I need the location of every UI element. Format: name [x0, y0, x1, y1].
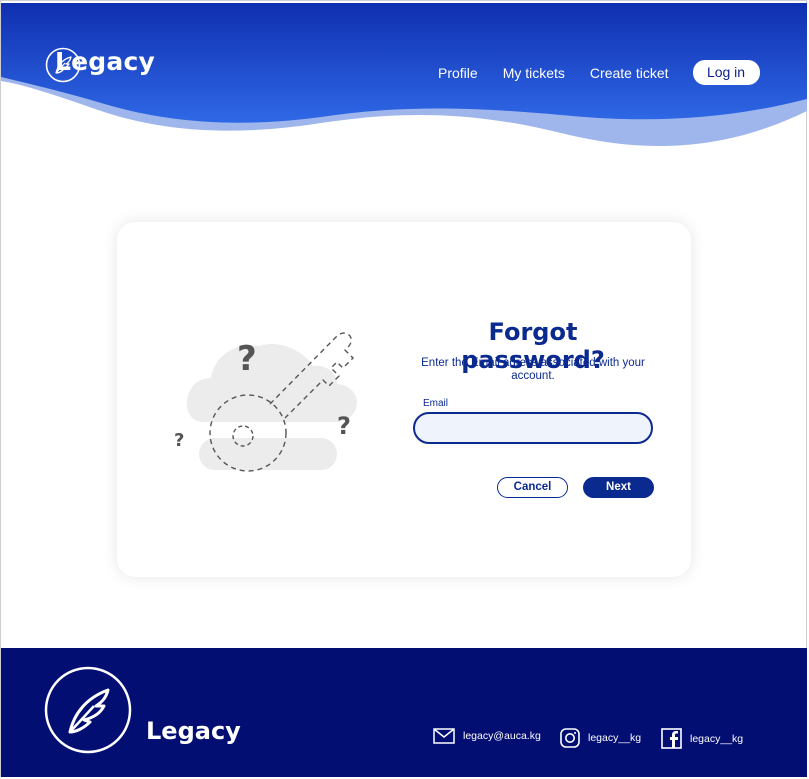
- question-mark-large: ?: [237, 339, 257, 379]
- brand-logo[interactable]: Legacy: [45, 47, 155, 83]
- next-button[interactable]: Next: [583, 477, 654, 498]
- instagram-icon: [560, 728, 580, 748]
- email-field[interactable]: [413, 412, 653, 444]
- main-nav: Profile My tickets Create ticket Log in: [438, 60, 760, 85]
- form-subtitle: Enter the Email adress associated with y…: [421, 357, 645, 382]
- email-label: Email: [423, 398, 449, 409]
- feather-logo-icon: [45, 47, 81, 83]
- footer-brand-name: Legacy: [146, 717, 241, 745]
- nav-my-tickets[interactable]: My tickets: [503, 65, 565, 81]
- nav-create-ticket[interactable]: Create ticket: [590, 65, 669, 81]
- header: Legacy Profile My tickets Create ticket …: [1, 3, 807, 163]
- footer-facebook[interactable]: legacy__kg: [661, 728, 743, 749]
- mail-icon: [433, 728, 455, 744]
- cancel-button[interactable]: Cancel: [497, 477, 568, 498]
- footer-facebook-text: legacy__kg: [690, 732, 744, 745]
- footer-instagram[interactable]: legacy__kg: [560, 728, 641, 748]
- footer-feather-logo-icon: [44, 666, 132, 754]
- facebook-icon: [661, 728, 682, 749]
- key-illustration: ? ? ?: [174, 332, 357, 472]
- question-mark-right: ?: [337, 412, 351, 440]
- forgot-password-card: ? ? ? Forgot password? Enter the Email a…: [117, 222, 691, 577]
- footer-email-text: legacy@auca.kg: [463, 730, 541, 742]
- login-button[interactable]: Log in: [692, 60, 760, 85]
- nav-profile[interactable]: Profile: [438, 65, 478, 81]
- question-mark-small: ?: [174, 430, 184, 451]
- footer: Legacy legacy@auca.kg legacy__kg legacy_…: [1, 648, 807, 777]
- footer-instagram-text: legacy__kg: [588, 732, 642, 744]
- footer-email[interactable]: legacy@auca.kg: [433, 728, 541, 744]
